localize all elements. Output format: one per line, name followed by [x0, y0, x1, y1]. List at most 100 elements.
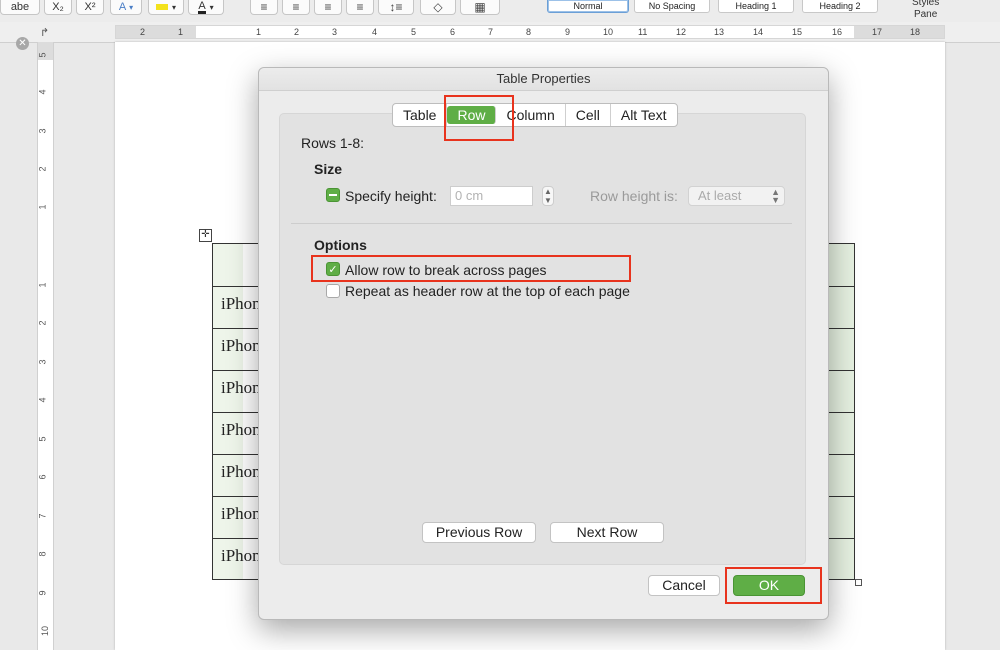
align-center-button[interactable]: ≡ — [282, 0, 310, 15]
ruler-number: 10 — [40, 625, 51, 637]
ribbon: abe X₂ X² A ▾ ▾ A ▾ ≡ ≡ ≡ ≡ ↕≡ ◇ ▦ Normal … — [0, 0, 1000, 23]
table-cell[interactable]: iPhon — [221, 378, 261, 398]
align-center-icon: ≡ — [292, 0, 300, 14]
ruler-number: 5 — [411, 27, 417, 37]
height-input[interactable]: 0 cm — [450, 186, 533, 206]
specify-height-checkbox[interactable] — [326, 188, 340, 202]
next-row-button[interactable]: Next Row — [550, 522, 664, 543]
justify-button[interactable]: ≡ — [346, 0, 374, 15]
table-cell[interactable]: iPhon — [221, 420, 261, 440]
style-heading-1[interactable]: Heading 1 — [718, 0, 794, 13]
ruler-number: 8 — [37, 551, 48, 557]
table-cell[interactable]: iPhon — [221, 504, 261, 524]
align-left-button[interactable]: ≡ — [250, 0, 278, 15]
repeat-header-checkbox[interactable] — [326, 284, 340, 298]
tab-table[interactable]: Table — [393, 104, 448, 126]
justify-icon: ≡ — [356, 0, 364, 14]
height-stepper[interactable]: ▲ ▼ — [542, 186, 554, 206]
vertical-ruler[interactable]: 5 4 3 2 1 1 2 3 4 5 6 7 8 9 10 — [37, 42, 54, 650]
highlight-button[interactable]: ▾ — [148, 0, 184, 15]
ruler-number: 3 — [37, 359, 48, 365]
table-cell[interactable]: iPhon — [221, 546, 261, 566]
ruler-number: 2 — [37, 320, 48, 326]
table-cell[interactable]: iPhon — [221, 294, 261, 314]
repeat-header-label[interactable]: Repeat as header row at the top of each … — [345, 283, 630, 299]
ruler-number: 12 — [676, 27, 687, 37]
ruler-number: 13 — [714, 27, 725, 37]
ruler-number: 1 — [256, 27, 262, 37]
ruler-number: 1 — [178, 27, 184, 37]
line-spacing-icon: ↕≡ — [389, 0, 403, 14]
ruler-number: 2 — [37, 166, 48, 172]
style-heading-1-label: Heading 1 — [735, 1, 777, 11]
styles-pane-button[interactable]: Styles Pane — [912, 0, 939, 21]
line-spacing-button[interactable]: ↕≡ — [378, 0, 414, 15]
dialog-content-panel — [279, 113, 806, 565]
ruler-number: 10 — [603, 27, 614, 37]
ruler-number: 9 — [565, 27, 571, 37]
ruler-number: 4 — [37, 89, 48, 95]
text-effects-icon: A — [118, 1, 127, 13]
ruler-number: 5 — [37, 52, 48, 58]
ruler-number: 7 — [37, 513, 48, 519]
ruler-number: 15 — [792, 27, 803, 37]
ruler-number: 6 — [450, 27, 456, 37]
style-normal-label: Normal — [573, 1, 603, 11]
chevron-updown-icon: ▲ ▼ — [771, 187, 780, 205]
style-heading-2[interactable]: Heading 2 — [802, 0, 878, 13]
row-height-is-value: At least — [698, 188, 742, 203]
style-normal[interactable]: Normal — [547, 0, 629, 13]
row-height-is-select[interactable]: At least ▲ ▼ — [688, 186, 785, 206]
table-resize-handle[interactable] — [855, 579, 862, 586]
shading-icon: ◇ — [433, 0, 443, 14]
close-icon[interactable]: ✕ — [16, 37, 29, 50]
style-heading-2-label: Heading 2 — [819, 1, 861, 11]
ruler-number: 4 — [37, 397, 48, 403]
styles-pane-label-2: Pane — [913, 9, 938, 20]
style-no-spacing[interactable]: No Spacing — [634, 0, 710, 13]
highlight-ok-button — [725, 567, 822, 604]
ruler-number: 5 — [37, 436, 48, 442]
rows-label: Rows 1-8: — [301, 135, 365, 151]
highlight-row-tab — [444, 95, 514, 141]
ruler-number: 1 — [37, 204, 48, 210]
cancel-button[interactable]: Cancel — [648, 575, 720, 596]
superscript-button[interactable]: X² — [76, 0, 104, 15]
dialog-title: Table Properties — [259, 68, 828, 91]
borders-button[interactable]: ▦ — [460, 0, 500, 15]
previous-row-button[interactable]: Previous Row — [422, 522, 536, 543]
align-right-icon: ≡ — [324, 0, 332, 14]
table-move-handle-icon[interactable]: ✛ — [199, 229, 212, 242]
tab-alt-text[interactable]: Alt Text — [611, 104, 677, 126]
superscript-label: X² — [84, 1, 96, 13]
ruler-number: 6 — [37, 474, 48, 480]
strikethrough-label: abe — [10, 1, 30, 13]
ruler-number: 14 — [753, 27, 764, 37]
subscript-button[interactable]: X₂ — [44, 0, 72, 15]
ruler-strip: 2 1 1 2 3 4 5 6 7 8 9 10 11 12 13 14 15 … — [115, 25, 945, 39]
table-cell[interactable]: iPhon — [221, 462, 261, 482]
tab-cell[interactable]: Cell — [566, 104, 611, 126]
highlighter-icon — [155, 4, 168, 10]
section-divider — [291, 223, 792, 224]
options-heading: Options — [314, 237, 367, 253]
strikethrough-button[interactable]: abe — [0, 0, 40, 15]
ruler-number: 18 — [910, 27, 921, 37]
row-height-is-label: Row height is: — [590, 188, 678, 204]
specify-height-label: Specify height: — [345, 188, 437, 204]
font-color-button[interactable]: A ▾ — [188, 0, 224, 15]
tab-stop-icon[interactable]: ↱ — [40, 26, 49, 39]
horizontal-ruler[interactable]: 2 1 1 2 3 4 5 6 7 8 9 10 11 12 13 14 15 … — [0, 22, 1000, 43]
ruler-number: 7 — [488, 27, 494, 37]
shading-button[interactable]: ◇ — [420, 0, 456, 15]
styles-pane-label-1: Styles — [912, 0, 940, 8]
align-right-button[interactable]: ≡ — [314, 0, 342, 15]
ruler-number: 2 — [294, 27, 300, 37]
ruler-number: 17 — [872, 27, 883, 37]
align-left-icon: ≡ — [260, 0, 268, 14]
ruler-number: 1 — [37, 282, 48, 288]
text-effects-button[interactable]: A ▾ — [110, 0, 142, 15]
font-color-icon: A — [198, 0, 206, 14]
ruler-margin-right — [854, 26, 944, 38]
table-cell[interactable]: iPhon — [221, 336, 261, 356]
